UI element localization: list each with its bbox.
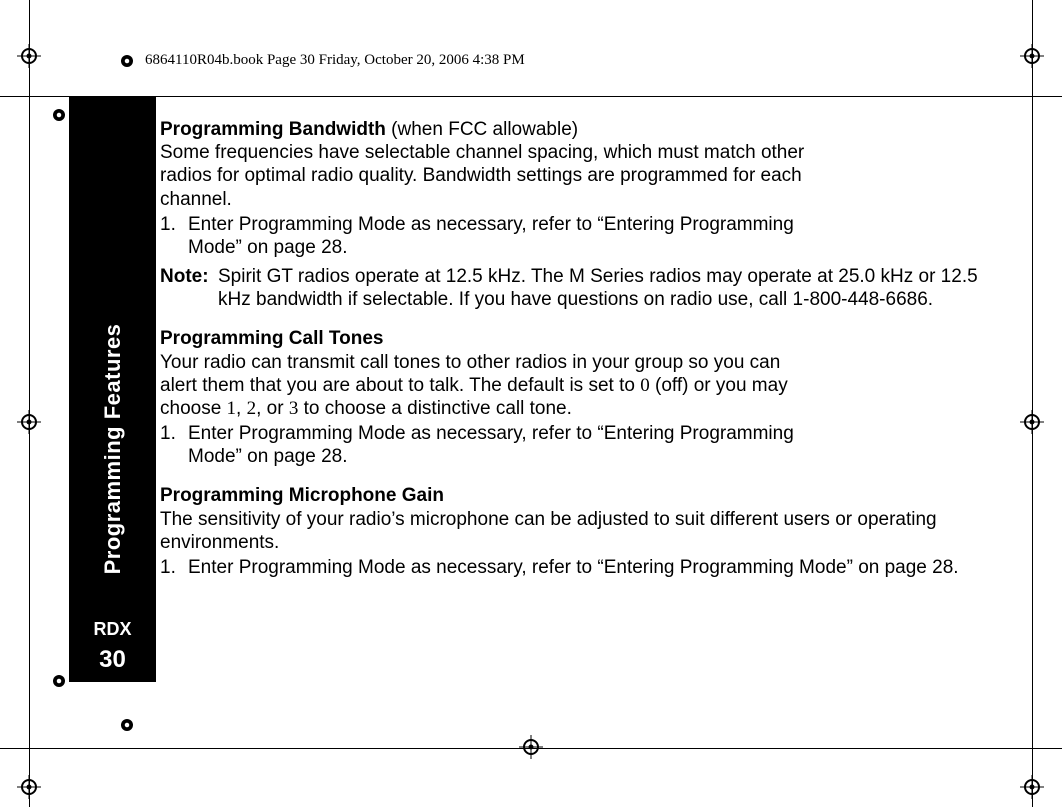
registration-mark-icon <box>17 410 41 434</box>
step-item: 1. Enter Programming Mode as necessary, … <box>160 422 808 468</box>
text-fragment: , or <box>256 398 289 419</box>
registration-mark-icon <box>519 735 543 759</box>
registration-mark-icon <box>1020 410 1044 434</box>
step-text: Enter Programming Mode as necessary, ref… <box>188 557 959 578</box>
heading-calltones: Programming Call Tones <box>160 327 1000 350</box>
digit: 2 <box>247 398 257 419</box>
steps-bandwidth: 1. Enter Programming Mode as necessary, … <box>160 213 1000 259</box>
page-content: Programming Bandwidth (when FCC allowabl… <box>160 118 1000 579</box>
steps-micgain: 1. Enter Programming Mode as necessary, … <box>160 556 1000 579</box>
heading-text: Programming Bandwidth <box>160 119 386 140</box>
registration-mark-icon <box>17 775 41 799</box>
crop-line-right <box>1032 0 1033 807</box>
heading-suffix: (when FCC allowable) <box>386 119 578 140</box>
text-fragment: , <box>236 398 247 419</box>
crop-dot-icon <box>118 716 136 734</box>
registration-mark-icon <box>17 44 41 68</box>
digit: 1 <box>227 398 237 419</box>
note-bandwidth: Note: Spirit GT radios operate at 12.5 k… <box>160 265 980 311</box>
section-tab: Programming Features RDX 30 <box>69 96 156 682</box>
step-text: Enter Programming Mode as necessary, ref… <box>188 214 794 258</box>
registration-mark-icon <box>1020 775 1044 799</box>
steps-calltones: 1. Enter Programming Mode as necessary, … <box>160 422 1000 468</box>
step-text: Enter Programming Mode as necessary, ref… <box>188 423 794 467</box>
crop-line-top <box>0 96 1062 97</box>
digit: 0 <box>640 375 650 396</box>
step-number: 1. <box>160 556 176 579</box>
step-item: 1. Enter Programming Mode as necessary, … <box>160 213 808 259</box>
running-header: 6864110R04b.book Page 30 Friday, October… <box>145 52 525 69</box>
para-bandwidth: Some frequencies have selectable channel… <box>160 141 820 211</box>
crop-dot-icon <box>50 672 68 690</box>
text-fragment: to choose a distinctive call tone. <box>298 398 572 419</box>
para-calltones: Your radio can transmit call tones to ot… <box>160 351 820 421</box>
heading-bandwidth: Programming Bandwidth (when FCC allowabl… <box>160 118 1000 141</box>
step-number: 1. <box>160 422 176 445</box>
section-title: Programming Features <box>100 324 126 575</box>
step-number: 1. <box>160 213 176 236</box>
crop-dot-icon <box>50 106 68 124</box>
digit: 3 <box>289 398 299 419</box>
note-text: Spirit GT radios operate at 12.5 kHz. Th… <box>218 265 980 311</box>
heading-micgain: Programming Microphone Gain <box>160 484 1000 507</box>
note-label: Note: <box>160 265 218 311</box>
registration-mark-icon <box>1020 44 1044 68</box>
step-item: 1. Enter Programming Mode as necessary, … <box>160 556 1000 579</box>
crop-line-left <box>29 0 30 807</box>
page-number: 30 <box>99 646 126 674</box>
model-label: RDX <box>93 619 131 640</box>
crop-dot-icon <box>118 52 136 70</box>
para-micgain: The sensitivity of your radio’s micropho… <box>160 508 1000 554</box>
